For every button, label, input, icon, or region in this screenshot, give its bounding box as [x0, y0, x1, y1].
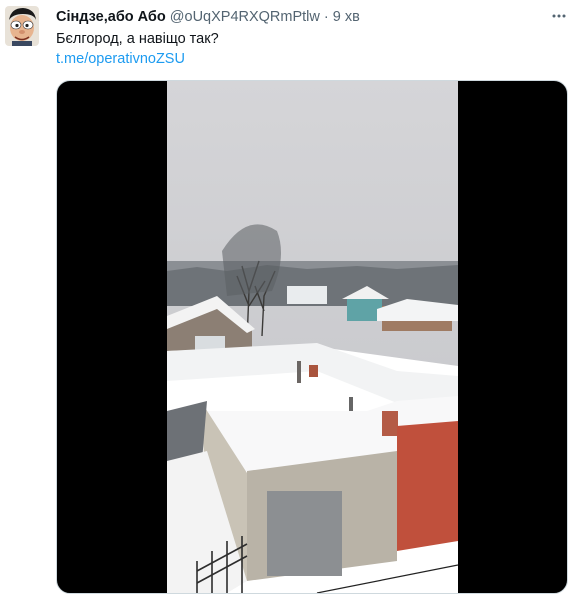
media-video[interactable] — [56, 80, 568, 594]
timestamp[interactable]: 9 хв — [333, 9, 360, 25]
tweet-text: Бєлгород, а навіщо так? — [56, 31, 219, 47]
tweet-link[interactable]: t.me/operativnoZSU — [56, 51, 185, 67]
author-name[interactable]: Сіндзе,або Або — [56, 9, 166, 25]
tweet-header: Сіндзе,або Або @oUqXP4RXQRmPtlw · 9 хв — [56, 9, 360, 25]
tweet: Сіндзе,або Або @oUqXP4RXQRmPtlw · 9 хв Б… — [0, 0, 571, 601]
video-frame — [167, 81, 458, 593]
author-handle[interactable]: @oUqXP4RXQRmPtlw — [170, 9, 320, 25]
more-icon[interactable] — [551, 9, 567, 23]
avatar[interactable] — [5, 6, 39, 46]
separator-dot: · — [323, 9, 329, 25]
